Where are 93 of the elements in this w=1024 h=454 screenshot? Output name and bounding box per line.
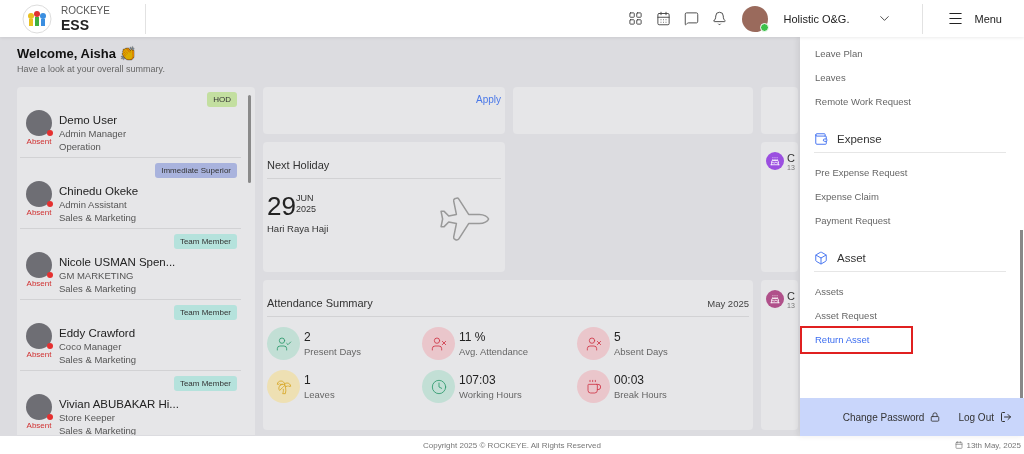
status-label: Absent: [26, 208, 52, 217]
user-x-icon: [585, 335, 602, 352]
welcome-title: Welcome, Aisha: [17, 46, 116, 61]
card-title: Next Holiday: [267, 159, 330, 171]
status-label: Absent: [26, 350, 52, 359]
person-role: Coco Manager: [59, 341, 123, 352]
card-initial: C: [787, 152, 795, 164]
holiday-month: JUN: [295, 193, 315, 203]
role-badge: Immediate Superior: [155, 163, 237, 178]
brand-name: ROCKEYE: [61, 5, 110, 16]
menu-item[interactable]: Expense Claim: [802, 185, 911, 209]
person-department: Operation: [59, 141, 102, 152]
menu-item[interactable]: Pre Expense Request: [802, 161, 914, 185]
holiday-year: 2025: [295, 203, 316, 214]
clock-icon: [430, 378, 447, 395]
role-badge: Team Member: [173, 234, 237, 249]
status-dot: [47, 272, 53, 278]
cup-icon: [585, 378, 602, 395]
clapping-hands-emoji: 👏: [119, 46, 136, 61]
menu-item[interactable]: Return Asset: [802, 328, 911, 352]
brand-product: ESS: [61, 17, 90, 32]
footer-date: 13th May, 2025: [955, 440, 1021, 450]
card-title: Attendance Summary: [267, 297, 373, 309]
menu-item[interactable]: Remote Work Request: [802, 90, 917, 114]
status-label: Absent: [26, 421, 52, 430]
person-department: Sales & Marketing: [59, 212, 138, 223]
person-name: Vivian ABUBAKAR Hi...: [59, 398, 179, 410]
stat-value: 00:03: [614, 373, 646, 387]
section-title: Expense: [837, 133, 882, 145]
user-avatar[interactable]: [742, 5, 769, 32]
person-role: Admin Manager: [59, 128, 127, 139]
stat-value: 2: [304, 330, 312, 344]
welcome-subtitle: Have a look at your overall summary.: [17, 64, 166, 74]
logout-button[interactable]: Log Out: [958, 411, 1012, 423]
menu-button[interactable]: Menu: [923, 10, 1024, 27]
status-label: Absent: [26, 279, 52, 288]
stat-label: Absent Days: [614, 346, 668, 357]
person-role: Admin Assistant: [59, 199, 128, 210]
stat-value: 5: [614, 330, 622, 344]
status-dot: [47, 130, 53, 136]
scrollbar-thumb[interactable]: [1020, 230, 1023, 398]
person-department: Sales & Marketing: [59, 354, 137, 365]
status-label: Absent: [26, 137, 52, 146]
status-dot: [47, 201, 53, 207]
role-badge: Team Member: [173, 376, 237, 391]
calendar-icon[interactable]: [656, 11, 672, 26]
person-name: Eddy Crawford: [59, 327, 137, 339]
user-check-icon: [275, 335, 292, 352]
menu-item[interactable]: Leaves: [802, 66, 911, 90]
person-name: Nicole USMAN Spen...: [59, 256, 176, 268]
palm-tree-icon: [275, 378, 292, 395]
role-badge: Team Member: [173, 305, 237, 320]
stat-value: 1: [304, 373, 312, 387]
menu-item[interactable]: Payment Request: [802, 209, 911, 233]
stat-label: Working Hours: [459, 389, 522, 400]
scrollbar-thumb[interactable]: [248, 95, 251, 183]
section-title: Asset: [837, 252, 866, 264]
bell-icon[interactable]: [712, 11, 728, 26]
card-initial: C: [787, 290, 795, 302]
change-password-button[interactable]: Change Password: [842, 411, 941, 423]
status-dot: [47, 343, 53, 349]
stat-value: 107:03: [459, 373, 497, 387]
chat-icon[interactable]: [684, 11, 700, 26]
logo-icon: [22, 3, 52, 34]
logout-icon: [1000, 411, 1012, 423]
menu-item[interactable]: Leave Plan: [802, 42, 911, 66]
person-department: Sales & Marketing: [59, 283, 138, 294]
user-x-icon: [430, 335, 447, 352]
person-role: Store Keeper: [59, 412, 116, 423]
role-badge: HOD: [207, 92, 237, 107]
calendar-icon: [955, 441, 964, 449]
stat-label: Avg. Attendance: [459, 346, 529, 357]
status-dot: [47, 414, 53, 420]
person-name: Chinedu Okeke: [59, 185, 139, 197]
person-name: Demo User: [59, 114, 119, 126]
stat-label: Break Hours: [614, 389, 667, 400]
box-icon: [814, 251, 828, 265]
lock-icon: [930, 412, 941, 422]
copyright-text: Copyright 2025 © ROCKEYE. All Rights Reserved: [423, 440, 601, 450]
stat-value: 11 %: [459, 330, 487, 344]
holiday-day: 29: [267, 193, 296, 219]
person-role: GM MARKETING: [59, 270, 135, 281]
wallet-icon: [814, 132, 828, 146]
company-selector[interactable]: Holistic O&G.: [783, 11, 893, 26]
menu-icon: [947, 10, 965, 27]
apps-grid-icon[interactable]: [628, 11, 644, 26]
menu-item[interactable]: Asset Request: [802, 304, 911, 328]
stat-label: Present Days: [304, 346, 362, 357]
apply-link[interactable]: Apply: [476, 94, 501, 105]
period-label: May 2025: [707, 297, 749, 309]
menu-item[interactable]: Assets: [802, 280, 911, 304]
holiday-name: Hari Raya Haji: [267, 223, 329, 234]
stat-label: Leaves: [304, 389, 335, 400]
